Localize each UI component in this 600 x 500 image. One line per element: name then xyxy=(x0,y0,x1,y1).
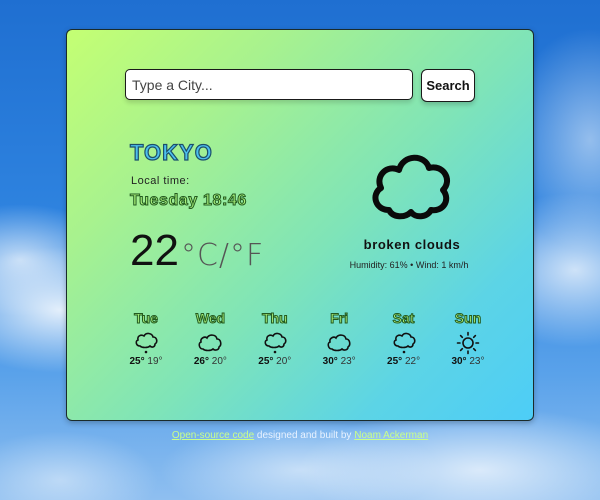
local-time: Tuesday 18:46 xyxy=(130,192,247,210)
temperature-value: 22 xyxy=(130,226,179,275)
unit-toggle[interactable]: °C/°F xyxy=(181,238,264,273)
forecast-low: 20° xyxy=(211,356,227,367)
forecast-high: 25° xyxy=(387,356,403,367)
forecast-temps: 30° 23° xyxy=(310,356,368,367)
source-code-link[interactable]: Open-source code xyxy=(172,430,254,441)
weather-card: Search TOKYO Local time: Tuesday 18:46 2… xyxy=(66,29,534,421)
forecast-day-name: Sun xyxy=(454,310,482,327)
forecast-day: Fri 30° 23° xyxy=(310,310,368,368)
forecast-low: 23° xyxy=(469,356,485,367)
forecast-high: 30° xyxy=(451,356,467,367)
forecast-day: Wed 26° 20° xyxy=(181,310,239,368)
forecast-day-name: Sat xyxy=(392,310,415,327)
footer-text: designed and built by xyxy=(254,430,355,441)
forecast-temps: 25° 22° xyxy=(375,356,433,367)
forecast-temps: 30° 23° xyxy=(439,356,497,367)
cloud-icon xyxy=(327,334,351,352)
current-temperature: 22 °C/°F xyxy=(130,226,264,276)
forecast-high: 25° xyxy=(258,356,274,367)
rain-cloud-icon xyxy=(135,332,158,354)
forecast-temps: 26° 20° xyxy=(181,356,239,367)
forecast-low: 19° xyxy=(147,356,163,367)
forecast-high: 30° xyxy=(322,356,338,367)
forecast-row: Tue 25° 19° Wed 26° 20° Thu 25° 20° Fri … xyxy=(117,310,497,368)
forecast-low: 22° xyxy=(404,356,421,367)
forecast-low: 20° xyxy=(276,356,292,367)
forecast-high: 25° xyxy=(129,356,145,367)
rain-cloud-icon xyxy=(264,332,287,354)
weather-condition: broken clouds xyxy=(363,237,461,252)
forecast-day-name: Fri xyxy=(330,310,349,327)
rain-cloud-icon xyxy=(393,332,416,354)
humidity-wind-details: Humidity: 61% • Wind: 1 km/h xyxy=(349,260,469,270)
forecast-day-name: Wed xyxy=(195,310,226,327)
forecast-day: Thu 25° 20° xyxy=(246,310,304,368)
search-bar: Search xyxy=(125,69,475,102)
footer-credits: Open-source code designed and built by N… xyxy=(0,430,600,441)
forecast-day-name: Tue xyxy=(134,310,159,327)
author-link[interactable]: Noam Ackerman xyxy=(354,430,428,441)
forecast-high: 26° xyxy=(193,356,209,367)
cloud-icon xyxy=(198,334,222,352)
cloud-icon xyxy=(372,154,450,220)
forecast-day: Sat 25° 22° xyxy=(375,310,433,368)
forecast-day: Tue 25° 19° xyxy=(117,310,175,368)
local-time-label: Local time: xyxy=(131,175,190,187)
city-name: TOKYO xyxy=(129,139,213,165)
sun-icon xyxy=(456,331,480,355)
search-button[interactable]: Search xyxy=(421,69,475,102)
forecast-day: Sun 30° 23° xyxy=(439,310,497,368)
forecast-low: 23° xyxy=(340,356,356,367)
forecast-temps: 25° 20° xyxy=(246,356,304,367)
forecast-day-name: Thu xyxy=(261,310,288,327)
city-search-input[interactable] xyxy=(125,69,413,100)
forecast-temps: 25° 19° xyxy=(117,356,175,367)
